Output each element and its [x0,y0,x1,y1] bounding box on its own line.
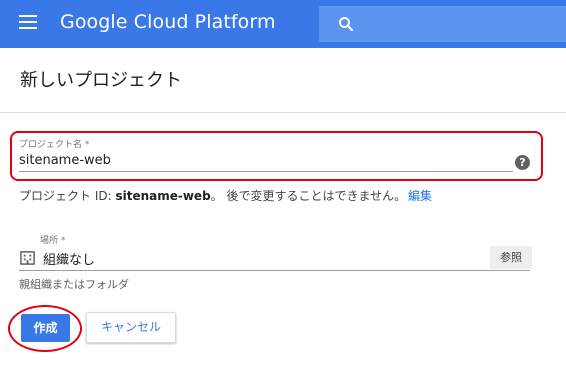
project-name-label: プロジェクト名 * [19,140,90,150]
cancel-button[interactable]: キャンセル [86,312,176,343]
field-underline [19,171,513,172]
help-icon[interactable]: ? [515,155,530,170]
brand-title[interactable]: Google Cloud Platform [60,11,276,33]
location-value[interactable]: 組織なし [43,249,95,268]
divider [0,112,566,113]
search-icon [339,17,354,32]
project-name-input[interactable]: sitename-web [19,153,111,168]
page-title: 新しいプロジェクト [20,70,182,91]
location-hint: 親組織またはフォルダ [19,278,129,291]
project-id-suffix: 。 後で変更することはできません。 [210,189,407,203]
browse-button[interactable]: 参照 [490,246,532,269]
project-id-value: sitename-web [115,189,211,203]
edit-project-id-link[interactable]: 編集 [408,187,432,204]
project-name-field[interactable]: プロジェクト名 * sitename-web ? [19,134,534,174]
field-underline [19,270,530,271]
building-icon [20,251,35,265]
project-id-info: プロジェクト ID: sitename-web。 後で変更することはできません。 [19,187,406,204]
location-label: 場所 * [40,236,66,246]
create-button[interactable]: 作成 [21,314,70,342]
project-id-prefix: プロジェクト ID: [19,189,116,203]
top-app-bar: Google Cloud Platform [0,0,566,48]
hamburger-menu-icon[interactable] [19,15,37,33]
search-bar[interactable] [319,6,566,42]
